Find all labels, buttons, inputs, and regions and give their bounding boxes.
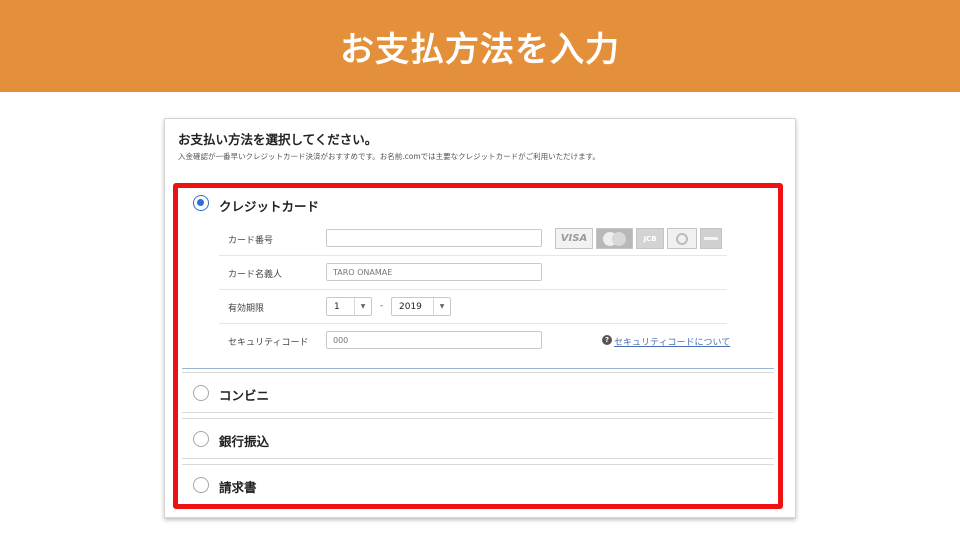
- chevron-down-icon: ▼: [354, 298, 371, 315]
- expiry-year-select[interactable]: 2019 ▼: [391, 297, 451, 316]
- mastercard-logo-icon: [596, 228, 633, 249]
- option-invoice[interactable]: 請求書: [182, 464, 774, 505]
- option-bank-transfer[interactable]: 銀行振込: [182, 418, 774, 459]
- highlight-frame: クレジットカード カード番号 VISA JCB カード名義人 有効期限 1: [173, 183, 783, 509]
- card-number-row: カード番号 VISA JCB: [219, 222, 727, 256]
- security-code-row: セキュリティコード ? セキュリティコードについて: [219, 324, 730, 358]
- visa-logo-icon: VISA: [555, 228, 593, 249]
- expiry-month-select[interactable]: 1 ▼: [326, 297, 372, 316]
- payment-method-panel: お支払い方法を選択してください。 入金確認が一番早いクレジットカード決済がおすす…: [164, 118, 796, 518]
- banner-title: お支払方法を入力: [340, 29, 620, 70]
- visa-logo-text: VISA: [560, 233, 588, 244]
- amex-logo-icon: [700, 228, 722, 249]
- radio-credit-card[interactable]: [193, 195, 209, 211]
- option-label-credit-card: クレジットカード: [219, 199, 320, 214]
- card-holder-label: カード名義人: [228, 270, 283, 280]
- expiry-row: 有効期限 1 ▼ - 2019 ▼: [219, 290, 727, 324]
- diners-logo-icon: [667, 228, 697, 249]
- radio-convenience-store[interactable]: [193, 385, 209, 401]
- option-label-invoice: 請求書: [219, 480, 257, 495]
- card-holder-input[interactable]: [326, 263, 542, 281]
- option-convenience-store[interactable]: コンビニ: [182, 372, 774, 413]
- jcb-logo-text: JCB: [643, 234, 657, 243]
- radio-invoice[interactable]: [193, 477, 209, 493]
- security-code-input[interactable]: [326, 331, 542, 349]
- card-holder-row: カード名義人: [219, 256, 727, 290]
- option-label-convenience-store: コンビニ: [219, 388, 270, 403]
- security-code-label: セキュリティコード: [228, 338, 309, 348]
- card-number-label: カード番号: [228, 236, 274, 246]
- expiry-year-value: 2019: [399, 301, 422, 312]
- expiry-separator: -: [380, 301, 384, 311]
- expiry-month-value: 1: [334, 301, 340, 312]
- option-label-bank-transfer: 銀行振込: [219, 434, 270, 449]
- header-banner: お支払方法を入力: [0, 0, 960, 92]
- panel-description: 入金確認が一番早いクレジットカード決済がおすすめです。お名前.comでは主要なク…: [178, 152, 600, 161]
- panel-heading: お支払い方法を選択してください。: [178, 132, 378, 147]
- security-code-help-link[interactable]: セキュリティコードについて: [614, 335, 730, 348]
- question-circle-icon: ?: [602, 335, 612, 345]
- chevron-down-icon: ▼: [433, 298, 450, 315]
- radio-bank-transfer[interactable]: [193, 431, 209, 447]
- card-number-input[interactable]: [326, 229, 542, 247]
- jcb-logo-icon: JCB: [636, 228, 664, 249]
- option-credit-card: クレジットカード カード番号 VISA JCB カード名義人 有効期限 1: [182, 188, 774, 369]
- expiry-label: 有効期限: [228, 304, 265, 314]
